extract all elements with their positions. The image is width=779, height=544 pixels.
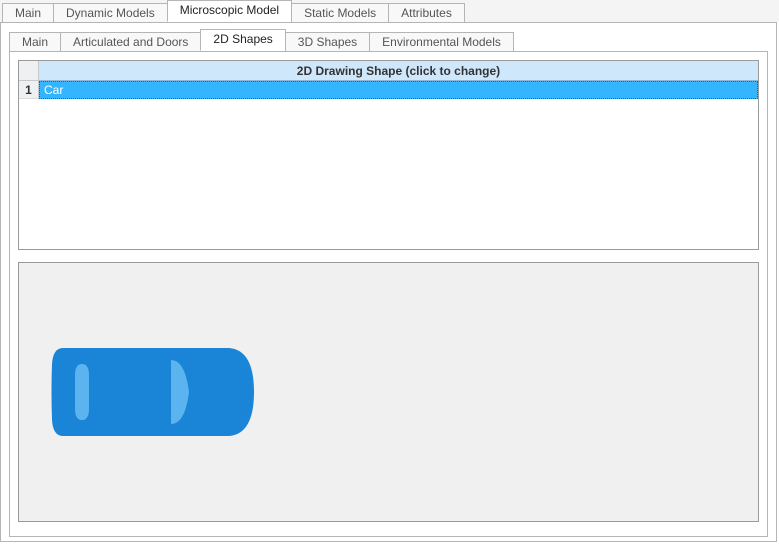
inner-tab-panel: 2D Drawing Shape (click to change) 1 Car (9, 51, 768, 537)
tab-static-models[interactable]: Static Models (291, 3, 389, 23)
grid-row-number[interactable]: 1 (19, 81, 39, 99)
grid-corner-cell (19, 61, 39, 81)
inner-tab-bar: Main Articulated and Doors 2D Shapes 3D … (9, 29, 768, 51)
grid-column-header[interactable]: 2D Drawing Shape (click to change) (39, 61, 758, 81)
inner-tab-main[interactable]: Main (9, 32, 61, 52)
inner-tab-environmental-models[interactable]: Environmental Models (369, 32, 514, 52)
car-top-view-icon (49, 342, 259, 442)
shapes-grid: 2D Drawing Shape (click to change) 1 Car (18, 60, 759, 250)
table-row: 1 Car (19, 81, 758, 99)
inner-tab-2d-shapes[interactable]: 2D Shapes (200, 29, 285, 51)
grid-header-row: 2D Drawing Shape (click to change) (19, 61, 758, 81)
tab-microscopic-model[interactable]: Microscopic Model (167, 0, 292, 22)
tab-dynamic-models[interactable]: Dynamic Models (53, 3, 168, 23)
inner-tab-articulated-doors[interactable]: Articulated and Doors (60, 32, 201, 52)
inner-tab-3d-shapes[interactable]: 3D Shapes (285, 32, 370, 52)
tab-main[interactable]: Main (2, 3, 54, 23)
shape-preview-panel (18, 262, 759, 522)
outer-tab-bar: Main Dynamic Models Microscopic Model St… (0, 0, 779, 22)
car-rear-window-shape (75, 364, 89, 420)
grid-cell-shape-value[interactable]: Car (39, 81, 758, 99)
tab-attributes[interactable]: Attributes (388, 3, 465, 23)
outer-tab-panel: Main Articulated and Doors 2D Shapes 3D … (0, 22, 777, 542)
